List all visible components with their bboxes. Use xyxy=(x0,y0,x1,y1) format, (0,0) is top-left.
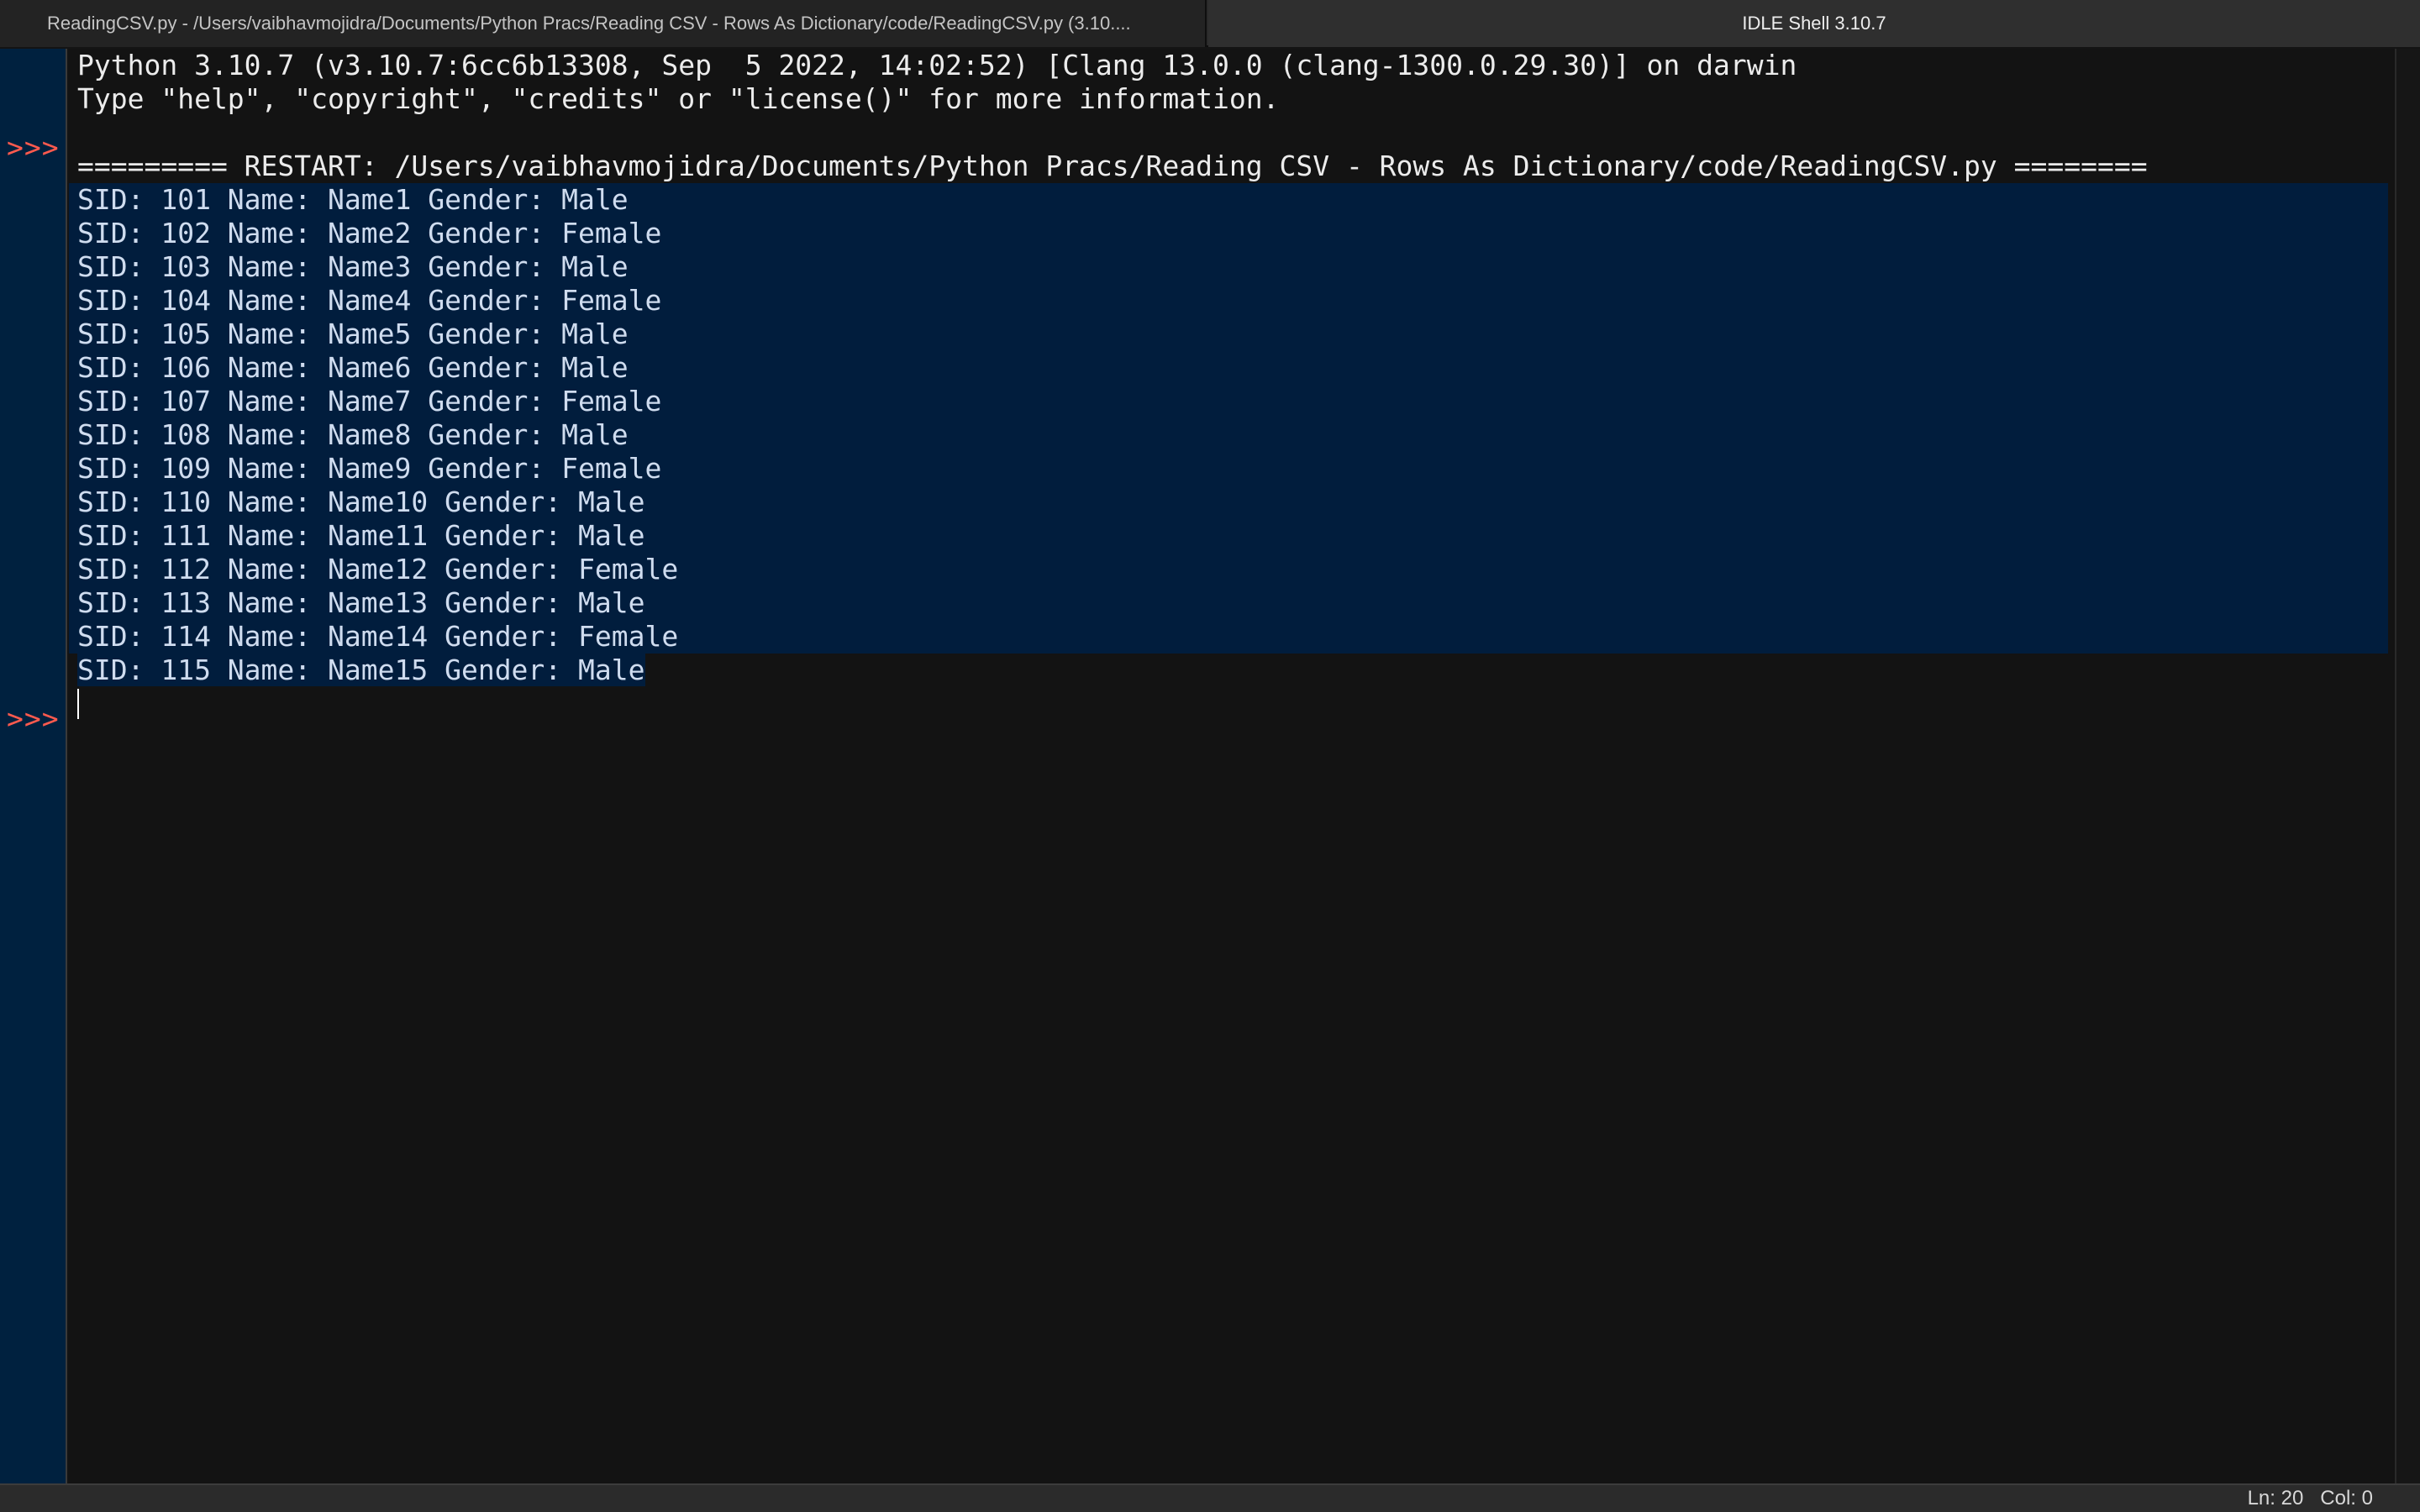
tab-idle-shell[interactable]: IDLE Shell 3.10.7 xyxy=(1208,0,2420,47)
output-line: SID: 108 Name: Name8 Gender: Male xyxy=(69,418,2388,452)
output-line: SID: 113 Name: Name13 Gender: Male xyxy=(69,586,2388,620)
output-line: SID: 106 Name: Name6 Gender: Male xyxy=(69,351,2388,385)
help-info-line: Type "help", "copyright", "credits" or "… xyxy=(77,82,1280,115)
output-line-last: SID: 115 Name: Name15 Gender: Male xyxy=(77,654,2388,687)
output-line: SID: 105 Name: Name5 Gender: Male xyxy=(69,318,2388,351)
restart-line: ========= RESTART: /Users/vaibhavmojidra… xyxy=(77,150,2148,182)
text-cursor xyxy=(77,689,79,719)
output-line: SID: 110 Name: Name10 Gender: Male xyxy=(69,486,2388,519)
shell-text-area[interactable]: Python 3.10.7 (v3.10.7:6cc6b13308, Sep 5… xyxy=(69,49,2395,1483)
output-line-last-text: SID: 115 Name: Name15 Gender: Male xyxy=(77,654,645,686)
shell-prompt-current: >>> xyxy=(7,702,60,735)
status-bar: Ln: 20 Col: 0 xyxy=(0,1483,2420,1512)
output-line: SID: 103 Name: Name3 Gender: Male xyxy=(69,250,2388,284)
output-line: SID: 109 Name: Name9 Gender: Female xyxy=(69,452,2388,486)
shell-prompt: >>> xyxy=(7,131,60,164)
output-line: SID: 102 Name: Name2 Gender: Female xyxy=(69,217,2388,250)
tab-bar: ReadingCSV.py - /Users/vaibhavmojidra/Do… xyxy=(0,0,2420,47)
cursor-position: Ln: 20 Col: 0 xyxy=(2247,1487,2373,1509)
prompt-gutter: >>> >>> xyxy=(0,49,67,1483)
input-line[interactable] xyxy=(77,687,2388,721)
output-line: SID: 111 Name: Name11 Gender: Male xyxy=(69,519,2388,553)
output-line: SID: 104 Name: Name4 Gender: Female xyxy=(69,284,2388,318)
output-line: SID: 107 Name: Name7 Gender: Female xyxy=(69,385,2388,418)
vertical-scrollbar[interactable] xyxy=(2395,49,2420,1483)
output-line: SID: 112 Name: Name12 Gender: Female xyxy=(69,553,2388,586)
output-line: SID: 114 Name: Name14 Gender: Female xyxy=(69,620,2388,654)
tab-readingcsv-editor[interactable]: ReadingCSV.py - /Users/vaibhavmojidra/Do… xyxy=(0,0,1207,47)
python-version-line: Python 3.10.7 (v3.10.7:6cc6b13308, Sep 5… xyxy=(77,49,1797,81)
output-line: SID: 101 Name: Name1 Gender: Male xyxy=(69,183,2388,217)
